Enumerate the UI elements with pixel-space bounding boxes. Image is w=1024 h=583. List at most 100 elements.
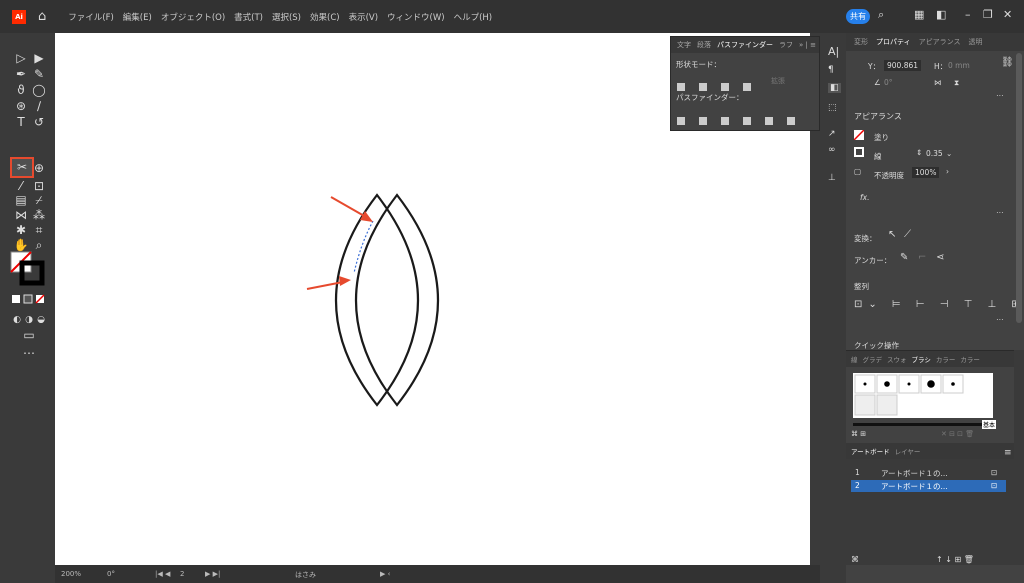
expand-button[interactable]: 拡張 [771,76,785,86]
basic-brush-stroke[interactable] [853,423,993,426]
tab-brushes[interactable]: ブラシ [912,354,931,364]
artboard-actions-icons[interactable]: ↑ ↓ ⊞ 🗑 [936,555,974,564]
artboard-row-selected[interactable]: 2 アートボード１の... ⊡ [851,480,1006,492]
eyedropper-tool-icon[interactable]: ⌿ [32,193,46,207]
opacity-dropdown-icon[interactable]: › [946,167,949,176]
trim-icon[interactable] [699,117,707,125]
tab-character[interactable]: 文字 [677,40,691,50]
paragraph-panel-icon[interactable]: ¶ [828,65,834,75]
tab-properties[interactable]: プロパティ [876,37,911,47]
artboards-panel-menu-icon[interactable]: ≡ [1004,448,1012,458]
panel-menu-icon[interactable]: » | ≡ [799,41,816,49]
artboard-number[interactable]: 2 [180,570,184,578]
free-transform-tool-icon[interactable]: ⊡ [32,179,46,193]
y-field[interactable]: 900.861 [884,60,922,71]
opacity-field[interactable]: 100% [912,167,940,178]
h-field[interactable]: 0 mm [948,61,970,70]
links-panel-icon[interactable]: ∞ [828,145,836,155]
transform-panel-icon[interactable]: ⬚ [828,103,837,113]
zoom-level[interactable]: 200% [61,570,81,578]
outline-icon[interactable] [765,117,773,125]
shaper-tool-icon[interactable]: ⊛ [14,99,28,113]
rearrange-artboards-icon[interactable]: ⌘ [851,555,859,564]
reshape-icon[interactable]: ↖ [888,229,896,240]
tab-paragraph[interactable]: 段落 [697,40,711,50]
menu-help[interactable]: ヘルプ(H) [454,11,493,23]
menu-effect[interactable]: 効果(C) [310,11,340,23]
hand-tool-icon[interactable]: ✋ [14,238,29,252]
screen-mode-icon[interactable]: ▭ [22,328,36,342]
minus-back-icon[interactable] [787,117,795,125]
stroke-stepper-icon[interactable]: ⇕ [916,148,922,157]
crop-icon[interactable] [743,117,751,125]
pathfinder-panel-icon[interactable]: ◧ [828,83,841,93]
artboard-options-icon[interactable]: ⊡ [991,468,997,477]
ellipse-tool-icon[interactable]: ◯ [32,83,46,97]
tab-pathfinder[interactable]: パスファインダー [717,40,773,50]
search-icon[interactable]: ⌕ [878,8,884,22]
flip-horizontal-icon[interactable]: ⋈ [934,78,942,87]
tab-appearance[interactable]: アピアランス [919,37,961,47]
selection-tool-icon[interactable]: ▷ [14,51,28,65]
first-artboard-icon[interactable]: |◀ ◀ [155,570,170,578]
direct-selection-tool-icon[interactable]: ▶ [32,51,46,65]
type-tool-icon[interactable]: T [14,115,28,129]
divide-icon[interactable] [677,117,685,125]
tab-swatches[interactable]: スウォ [887,354,907,364]
next-artboard-icon[interactable]: ▶ ▶| [205,570,220,578]
cut-path-icon[interactable]: ⋖ [936,252,944,263]
tab-gradient[interactable]: グラデ [863,354,883,364]
minus-front-icon[interactable] [699,83,707,91]
status-menu-icon[interactable]: ▶ ‹ [380,570,390,578]
merge-icon[interactable] [721,117,729,125]
character-panel-icon[interactable]: A| [828,45,839,58]
tab-transparency[interactable]: 透明 [968,37,982,47]
more-align-icon[interactable]: ⋯ [996,315,1004,324]
symbol-sprayer-tool-icon[interactable]: ⁂ [32,208,46,222]
lasso-tool-icon[interactable]: ϑ [14,83,28,97]
graph-tool-icon[interactable]: ▤ [14,193,28,207]
exclude-icon[interactable] [743,83,751,91]
brush-library[interactable] [853,373,993,418]
artboard-row[interactable]: 1 アートボード１の... ⊡ [851,467,1006,479]
pen-tool-icon[interactable]: ✒ [14,67,28,81]
arrange-documents-icon[interactable]: ▦ [914,8,924,21]
align-panel-icon[interactable]: ⊥ [828,173,836,183]
angle-field[interactable]: 0° [884,78,893,87]
menu-view[interactable]: 表示(V) [349,11,378,23]
unite-icon[interactable] [677,83,685,91]
menu-window[interactable]: ウィンドウ(W) [387,11,445,23]
brush-actions-icons[interactable]: ✕ ⊟ ⊡ 🗑 [941,430,974,438]
home-icon[interactable]: ⌂ [38,9,46,24]
stroke-weight-field[interactable]: 0.35 [926,149,943,158]
tab-rough[interactable]: ラフ [779,40,793,50]
menu-file[interactable]: ファイル(F) [68,11,114,23]
brush-swatches[interactable] [853,373,993,418]
more-appearance-icon[interactable]: ⋯ [996,208,1004,217]
smooth-anchor-icon[interactable]: ⌐ [918,252,926,263]
export-panel-icon[interactable]: ↗ [828,129,836,139]
effects-button[interactable]: fx. [860,193,869,202]
share-button[interactable]: 共有 [846,9,870,24]
close-icon[interactable]: ✕ [1003,8,1012,21]
pencil-tool-icon[interactable]: ∕ [32,99,46,113]
more-transform-icon[interactable]: ⋯ [996,91,1004,100]
align-buttons-icons[interactable]: ⊡⌄ ⊨ ⊢ ⊣ ⊤ ⊥ ⊞ [854,299,1024,310]
artboard-options-icon[interactable]: ⊡ [991,481,997,490]
pin-tool-icon[interactable]: ✱ [14,223,28,237]
menu-object[interactable]: オブジェクト(O) [161,11,225,23]
zoom-tool-icon[interactable]: ⌕ [32,238,46,252]
draw-inside-icon[interactable]: ◒ [34,313,48,327]
tab-color[interactable]: カラー [936,354,956,364]
constrain-proportions-icon[interactable]: ⛓ [1001,57,1014,68]
blend-tool-icon[interactable]: ⋈ [14,208,28,222]
properties-scrollbar[interactable] [1016,53,1022,323]
width-tool-icon[interactable]: ⁄ [14,179,28,193]
flip-vertical-icon[interactable]: ⧗ [954,78,959,88]
curvature-tool-icon[interactable]: ✎ [32,67,46,81]
stroke-dropdown-icon[interactable]: ⌄ [946,149,952,158]
fill-swatch-icon[interactable] [854,130,864,140]
stroke-swatch-icon[interactable] [854,147,864,157]
menu-select[interactable]: 選択(S) [272,11,301,23]
shape-builder-tool-icon[interactable]: ⊕ [32,161,46,175]
